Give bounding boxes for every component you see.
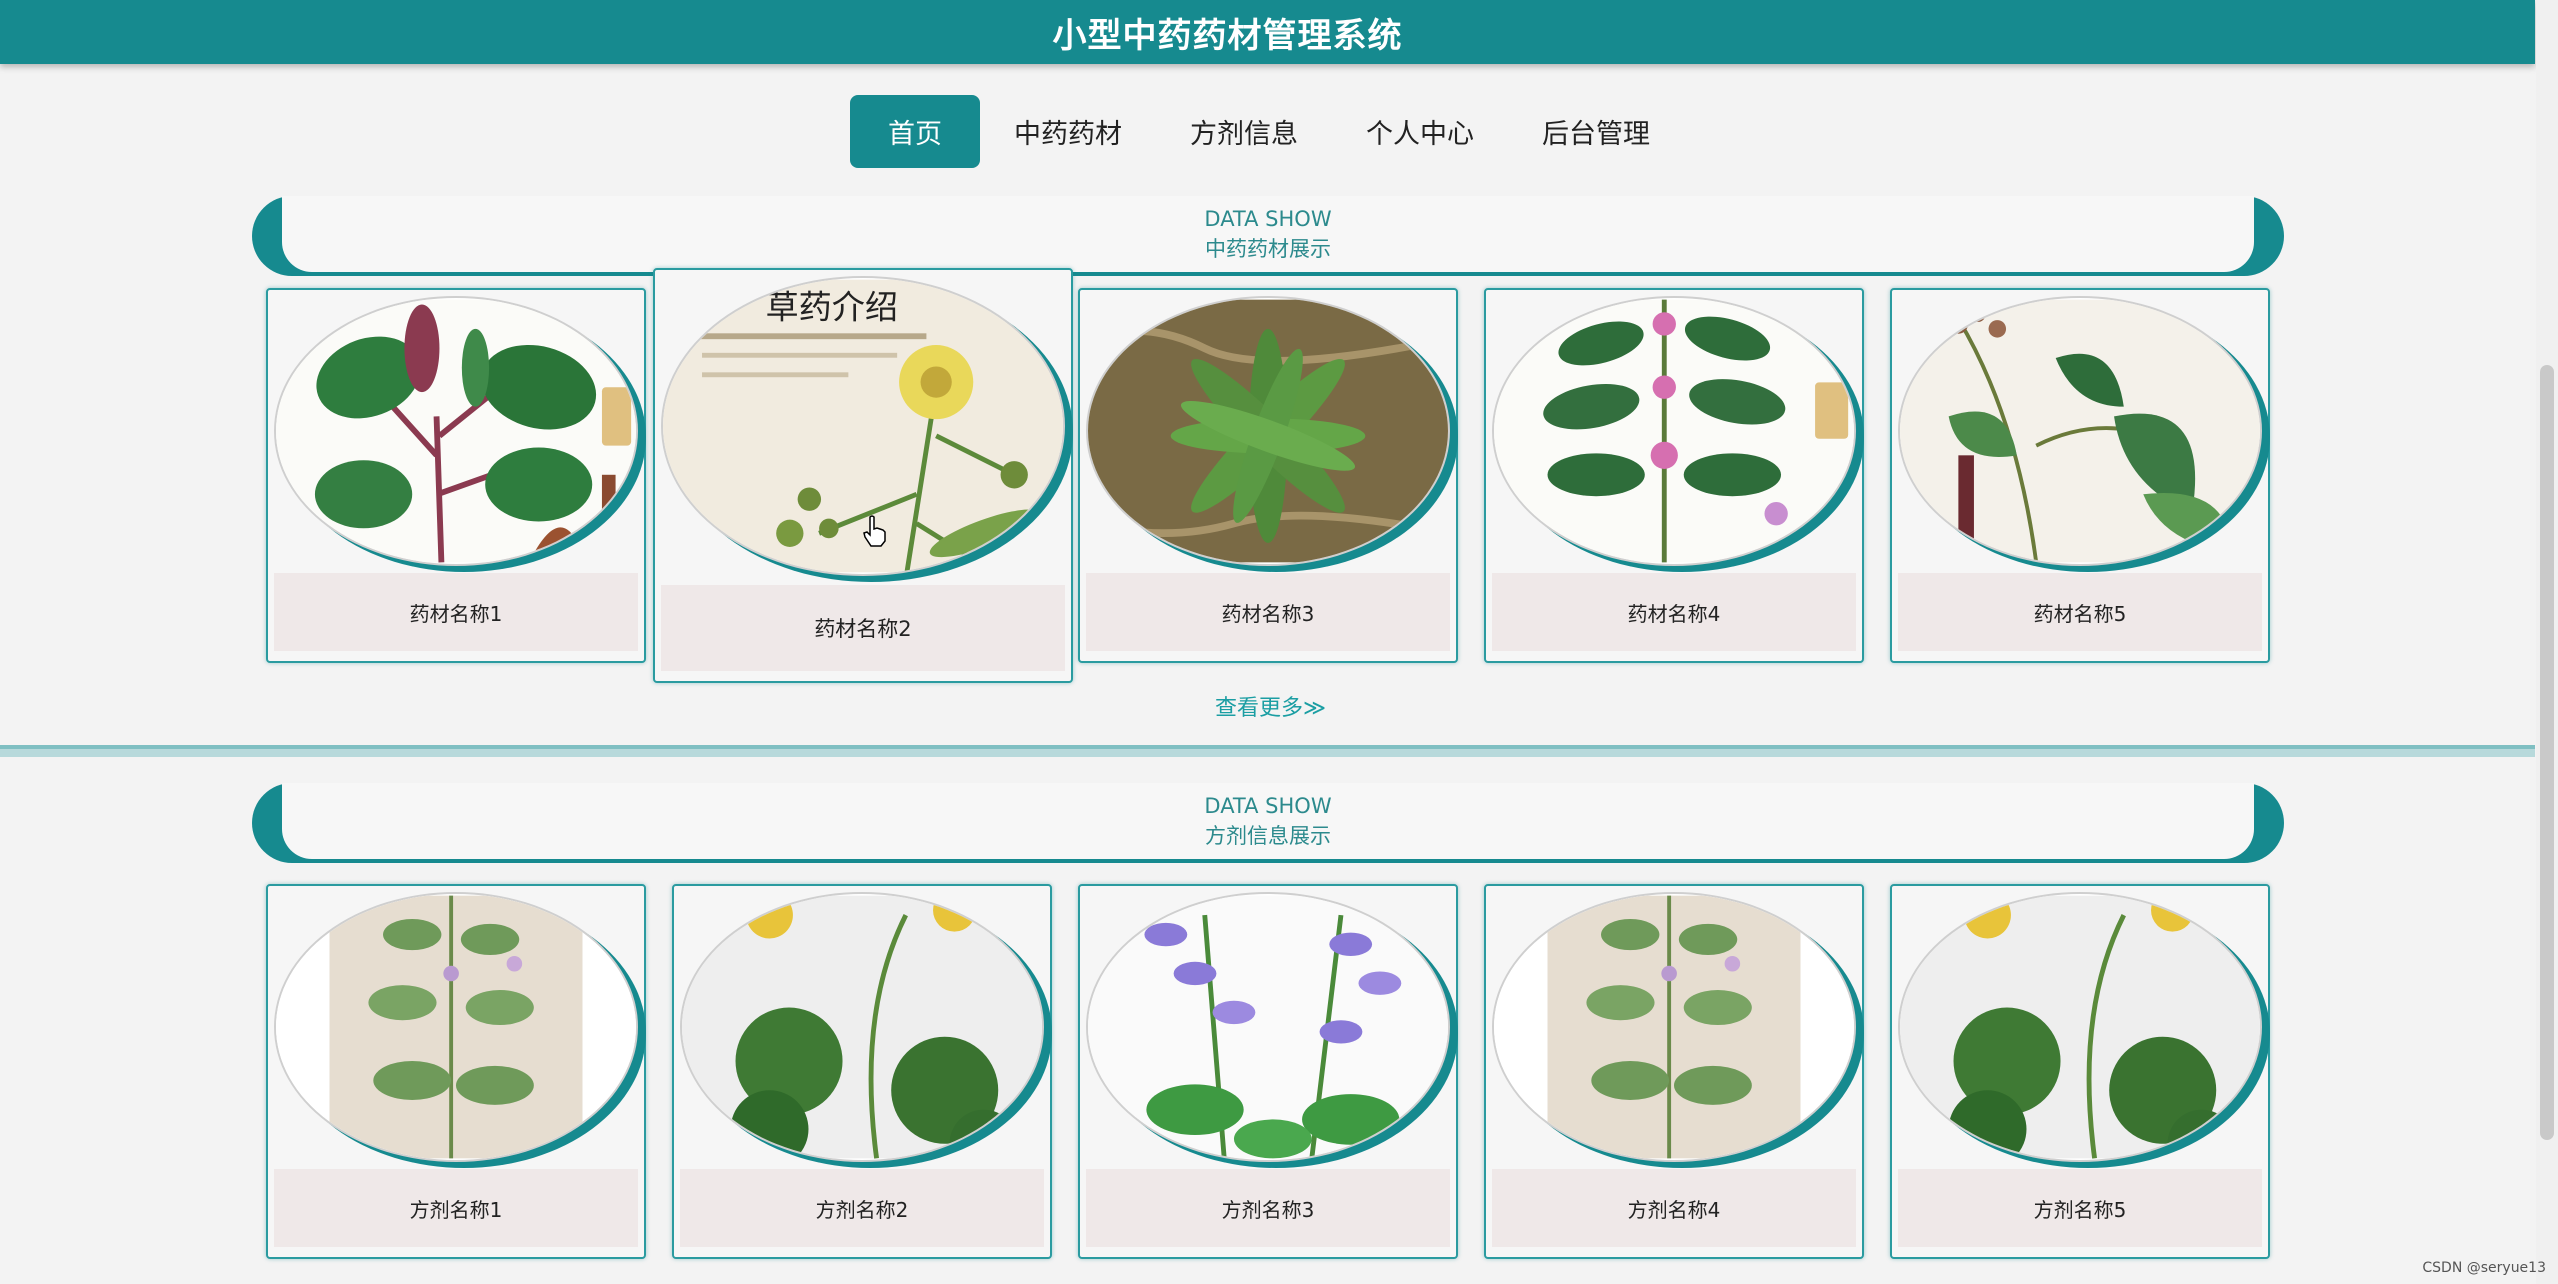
plant-photo-icon	[1088, 299, 1448, 563]
plant-illustration-icon	[682, 894, 1042, 1160]
herb-image-4[interactable]	[1492, 296, 1856, 566]
section-divider	[0, 745, 2535, 757]
herb-card-4[interactable]: 药材名称4	[1484, 288, 1864, 663]
herb-image-1[interactable]	[274, 296, 638, 566]
formula-card-2[interactable]: 方剂名称2	[672, 884, 1052, 1259]
formula-card-3[interactable]: 方剂名称3	[1078, 884, 1458, 1259]
plant-illustration-icon	[1900, 894, 2260, 1160]
top-header-bar: 小型中药药材管理系统	[0, 0, 2535, 64]
formula-name-1[interactable]: 方剂名称1	[274, 1169, 638, 1247]
herb-card-1[interactable]: 药材名称1	[266, 288, 646, 663]
plant-illustration-icon	[1900, 299, 2260, 563]
scrollbar-thumb[interactable]	[2540, 365, 2554, 1140]
csdn-watermark: CSDN @seryue13	[2422, 1260, 2546, 1276]
formula-card-1[interactable]: 方剂名称1	[266, 884, 646, 1259]
formula-name-5[interactable]: 方剂名称5	[1898, 1169, 2262, 1247]
view-more-link[interactable]: 查看更多≫	[1215, 690, 1326, 722]
herb-image-3[interactable]	[1086, 296, 1450, 566]
vertical-scrollbar[interactable]	[2536, 0, 2558, 1284]
herbs-section-title-cn: 中药药材展示	[1205, 237, 1331, 261]
formula-card-4[interactable]: 方剂名称4	[1484, 884, 1864, 1259]
formula-section-title-cn: 方剂信息展示	[1205, 824, 1331, 848]
plant-illustration-icon	[276, 895, 636, 1159]
herb-image-2-caption: 草药介绍	[765, 288, 898, 327]
site-title: 小型中药药材管理系统	[1052, 15, 1403, 56]
herb-card-3[interactable]: 药材名称3	[1078, 288, 1458, 663]
nav-item-home[interactable]: 首页	[850, 95, 980, 168]
herbs-section-title-en: DATA SHOW	[1204, 207, 1332, 231]
plant-illustration-icon	[1494, 895, 1854, 1159]
main-nav: 首页 中药药材 方剂信息 个人中心 后台管理	[850, 95, 1684, 168]
herbs-section-banner: DATA SHOW 中药药材展示	[252, 196, 2284, 276]
herb-card-2[interactable]: 草药介绍 药材名称2	[653, 268, 1073, 683]
herb-name-1[interactable]: 药材名称1	[274, 573, 638, 651]
plant-illustration-icon	[1494, 299, 1854, 563]
formula-section-banner: DATA SHOW 方剂信息展示	[252, 783, 2284, 863]
plant-illustration-icon	[1088, 895, 1448, 1159]
formula-section-title-en: DATA SHOW	[1204, 794, 1332, 818]
formula-image-2[interactable]	[680, 892, 1044, 1162]
formula-image-3[interactable]	[1086, 892, 1450, 1162]
formula-name-3[interactable]: 方剂名称3	[1086, 1169, 1450, 1247]
formula-card-5[interactable]: 方剂名称5	[1890, 884, 2270, 1259]
nav-item-profile[interactable]: 个人中心	[1332, 95, 1508, 168]
formula-image-1[interactable]	[274, 892, 638, 1162]
herb-image-5[interactable]	[1898, 296, 2262, 566]
formula-name-2[interactable]: 方剂名称2	[680, 1169, 1044, 1247]
herb-name-4[interactable]: 药材名称4	[1492, 573, 1856, 651]
formula-image-5[interactable]	[1898, 892, 2262, 1162]
herb-name-5[interactable]: 药材名称5	[1898, 573, 2262, 651]
nav-item-formulas[interactable]: 方剂信息	[1156, 95, 1332, 168]
plant-illustration-icon	[276, 299, 636, 563]
formula-image-4[interactable]	[1492, 892, 1856, 1162]
herb-name-2[interactable]: 药材名称2	[661, 585, 1065, 671]
hand-cursor-icon	[862, 515, 888, 547]
herb-name-3[interactable]: 药材名称3	[1086, 573, 1450, 651]
herb-card-5[interactable]: 药材名称5	[1890, 288, 2270, 663]
nav-item-admin[interactable]: 后台管理	[1508, 95, 1684, 168]
formula-name-4[interactable]: 方剂名称4	[1492, 1169, 1856, 1247]
nav-item-herbs[interactable]: 中药药材	[980, 95, 1156, 168]
